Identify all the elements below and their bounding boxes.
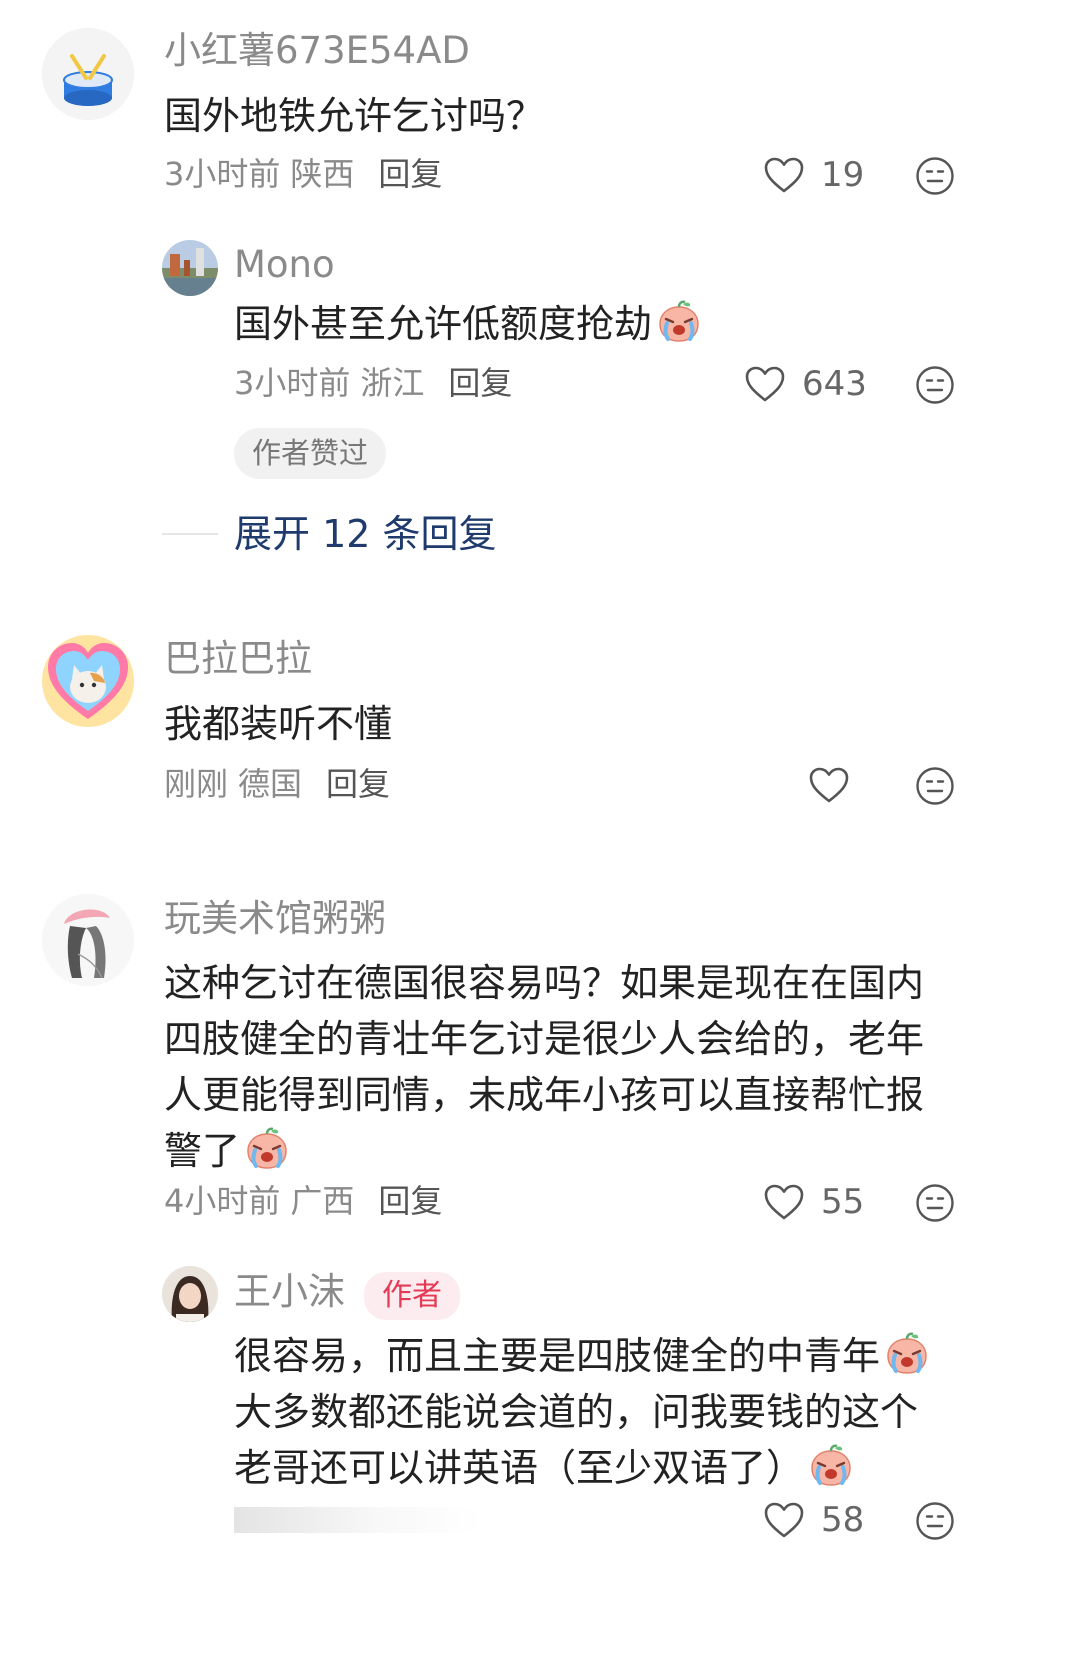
author-liked-chip: 作者赞过 [234,428,387,479]
like-button[interactable]: 643 [744,365,867,403]
heart-icon [808,766,850,804]
reply-text-content: 老哥还可以讲英语（至少双语了） [234,1446,805,1490]
drum-avatar-icon [42,28,134,120]
divider [162,533,218,535]
location: 广西 [290,1182,355,1220]
username[interactable]: 王小沫 [234,1273,345,1310]
expand-replies-button[interactable]: 展开 12 条回复 [234,515,497,553]
reply-button[interactable]: 回复 [378,155,442,193]
crying-emoji-icon [656,299,702,345]
neutral-face-icon [915,1183,955,1223]
location: 浙江 [360,364,425,402]
woman-photo-avatar-icon [162,1266,218,1322]
comment-meta: 刚刚 德国 回复 [164,768,400,800]
reply-button[interactable]: 回复 [326,765,390,803]
avatar[interactable] [42,635,134,727]
heart-icon [763,1183,805,1221]
location: 陕西 [290,155,355,193]
neutral-face-icon [915,766,955,806]
reply-text-line: 大多数都还能说会道的，问我要钱的这个 [234,1390,919,1434]
neutral-face-icon [915,1501,955,1541]
timestamp: 3小时前 [164,155,281,193]
like-button[interactable]: 19 [763,156,864,194]
timestamp: 刚刚 [164,765,229,803]
like-button[interactable]: 55 [763,1183,864,1221]
reply-text-line: 很容易，而且主要是四肢健全的中青年 [234,1328,974,1384]
crying-emoji-icon [808,1443,854,1489]
avatar[interactable] [42,28,134,120]
timestamp: 4小时前 [164,1182,281,1220]
neutral-face-icon [915,156,955,196]
username[interactable]: 小红薯673E54AD [164,32,470,69]
avatar[interactable] [162,1266,218,1322]
crying-emoji-icon [244,1126,290,1172]
author-badge: 作者 [364,1272,460,1320]
girl-sketch-avatar-icon [42,894,134,986]
reply-meta-placeholder [234,1507,484,1533]
crying-emoji-icon [884,1331,930,1377]
heart-icon [763,1501,805,1539]
comment-text: 我都装听不懂 [164,702,393,746]
comment-text: 国外地铁允许乞讨吗？ [164,94,545,138]
emoji-reaction-button[interactable] [915,365,955,405]
reply-button[interactable]: 回复 [378,1182,442,1220]
like-count: 55 [821,1182,865,1222]
avatar[interactable] [162,240,218,296]
heart-icon [744,365,786,403]
landscape-avatar-icon [162,240,218,296]
like-count: 58 [821,1500,865,1540]
emoji-reaction-button[interactable] [915,766,955,806]
emoji-reaction-button[interactable] [915,156,955,196]
emoji-reaction-button[interactable] [915,1501,955,1541]
like-button[interactable] [808,766,866,804]
comment-meta: 3小时前 陕西 回复 [164,158,452,190]
reply-text-content: 很容易，而且主要是四肢健全的中青年 [234,1334,881,1378]
username[interactable]: 巴拉巴拉 [164,640,312,677]
emoji-reaction-button[interactable] [915,1183,955,1223]
neutral-face-icon [915,365,955,405]
reply-text: 很容易，而且主要是四肢健全的中青年 大多数都还能说会道的，问我要钱的这个 老哥还… [234,1328,974,1496]
like-count: 19 [821,155,865,195]
reply-text-content: 国外甚至允许低额度抢劫 [234,302,653,346]
reply-meta: 3小时前 浙江 回复 [234,367,522,399]
timestamp: 3小时前 [234,364,351,402]
reply-button[interactable]: 回复 [448,364,512,402]
heart-icon [763,156,805,194]
reply-text-line: 老哥还可以讲英语（至少双语了） [234,1440,974,1496]
cat-heart-avatar-icon [42,635,134,727]
username[interactable]: Mono [234,246,335,283]
location: 德国 [238,765,303,803]
reply-text: 国外甚至允许低额度抢劫 [234,296,702,352]
comment-meta: 4小时前 广西 回复 [164,1185,452,1217]
like-button[interactable]: 58 [763,1501,864,1539]
username[interactable]: 玩美术馆粥粥 [164,900,386,937]
comment-text: 这种乞讨在德国很容易吗？如果是现在在国内四肢健全的青壮年乞讨是很少人会给的，老年… [164,955,954,1179]
avatar[interactable] [42,894,134,986]
like-count: 643 [802,364,867,404]
